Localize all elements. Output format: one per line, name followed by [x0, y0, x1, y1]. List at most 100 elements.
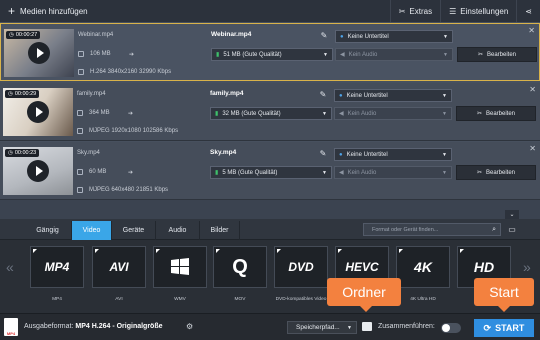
quality-dropdown[interactable]: ▮ 51 MB (Gute Qualität) ▼ — [211, 48, 333, 61]
subtitle-dropdown[interactable]: ● Keine Untertitel ▼ — [334, 148, 452, 161]
collapse-panel-button[interactable]: ⌄ — [505, 210, 519, 219]
tab-devices[interactable]: Geräte — [112, 221, 156, 240]
save-path-text: Speicherpfad... — [296, 324, 340, 331]
arrow-right-icon: ➔ — [129, 52, 135, 58]
file-green-icon: ▮ — [215, 170, 219, 176]
file-list: ◷ 00:00:27 Webinar.mp4 106 MB ➔ H.264 384… — [0, 22, 540, 200]
edit-label: Bearbeiten — [486, 110, 516, 117]
add-media-label: Medien hinzufügen — [20, 6, 88, 16]
close-icon[interactable]: ✕ — [529, 85, 536, 94]
subtitle-dropdown[interactable]: ● Keine Untertitel ▼ — [334, 89, 452, 102]
format-logo: HEVC — [345, 260, 379, 274]
tab-video[interactable]: Video — [72, 221, 112, 240]
edit-name-button[interactable]: ✎ — [316, 147, 330, 160]
output-filename[interactable]: family.mp4 — [210, 90, 332, 102]
audio-icon: ◀ — [339, 170, 344, 176]
share-button[interactable]: ⋖ — [516, 0, 540, 22]
subtitle-icon: ● — [339, 92, 343, 99]
chevron-down-icon: ▼ — [322, 110, 327, 117]
edit-button[interactable]: ✂ Bearbeiten — [457, 47, 537, 62]
close-icon[interactable]: ✕ — [529, 144, 536, 153]
format-wmv[interactable] — [153, 246, 207, 288]
play-icon[interactable] — [28, 42, 50, 64]
play-icon[interactable] — [27, 160, 49, 182]
input-size: 364 MB — [77, 110, 110, 116]
edit-button[interactable]: ✂ Bearbeiten — [456, 165, 536, 180]
video-thumbnail[interactable]: ◷ 00:00:27 — [4, 29, 74, 77]
scissors-icon: ✂ — [476, 111, 482, 117]
corner-mark — [399, 249, 403, 253]
audio-dropdown[interactable]: ◀ Kein Audio ▼ — [334, 107, 452, 120]
double-chevron-down-icon: ⌄ — [509, 212, 515, 218]
tab-images[interactable]: Bilder — [200, 221, 240, 240]
edit-name-button[interactable]: ✎ — [317, 29, 331, 42]
input-meta-text: MJPEG 1920x1080 102586 Kbps — [89, 128, 179, 134]
subtitle-dropdown[interactable]: ● Keine Untertitel ▼ — [335, 30, 453, 43]
app-window: { "toolbar":{"add_media":"Medien hinzufü… — [0, 0, 540, 340]
audio-dropdown[interactable]: ◀ Kein Audio ▼ — [334, 166, 452, 179]
input-filename: Webinar.mp4 — [78, 32, 114, 38]
start-button[interactable]: ⟳ START — [474, 319, 534, 337]
chevron-down-icon: ▼ — [443, 51, 448, 58]
file-icon — [77, 169, 83, 175]
file-row[interactable]: ◷ 00:00:27 Webinar.mp4 106 MB ➔ H.264 384… — [0, 23, 540, 81]
chevron-down-icon: ▼ — [442, 110, 447, 117]
output-filename[interactable]: Sky.mp4 — [210, 149, 332, 161]
merge-toggle[interactable] — [441, 323, 461, 333]
audio-dropdown[interactable]: ◀ Kein Audio ▼ — [335, 48, 453, 61]
audio-text: Kein Audio — [347, 110, 377, 117]
format-mov[interactable]: Q — [213, 246, 267, 288]
play-icon[interactable] — [27, 101, 49, 123]
format-search-input[interactable]: Format oder Gerät finden... ⌕ — [363, 223, 501, 236]
tools-icon: ✂ — [398, 6, 406, 16]
input-meta: MJPEG 1920x1080 102586 Kbps — [77, 128, 178, 134]
save-path-dropdown[interactable]: Speicherpfad... ▼ — [287, 321, 357, 334]
duration-badge: ◷ 00:00:23 — [5, 149, 40, 157]
video-icon — [77, 187, 83, 193]
chevron-down-icon: ▼ — [443, 33, 448, 40]
audio-text: Kein Audio — [347, 169, 377, 176]
clock-icon: ◷ — [8, 150, 13, 156]
tab-audio[interactable]: Audio — [156, 221, 200, 240]
add-media-button[interactable]: + Medien hinzufügen — [0, 0, 96, 22]
video-thumbnail[interactable]: ◷ 00:00:23 — [3, 147, 73, 195]
corner-mark — [156, 249, 160, 253]
bottom-bar: MP4 Ausgabeformat: MP4 H.264 - Originalg… — [0, 313, 540, 340]
edit-name-button[interactable]: ✎ — [316, 88, 330, 101]
close-icon[interactable]: ✕ — [528, 26, 535, 35]
format-mp4[interactable]: MP4 — [30, 246, 84, 288]
tab-popular[interactable]: Gängig — [24, 221, 72, 240]
format-dvd[interactable]: DVD — [274, 246, 328, 288]
format-label: DVD-kompatibles Video — [275, 297, 327, 302]
device-detect-button[interactable]: ▭ — [505, 223, 519, 236]
format-4k[interactable]: 4K — [396, 246, 450, 288]
search-placeholder: Format oder Gerät finden... — [372, 226, 439, 233]
output-filename[interactable]: Webinar.mp4 — [211, 31, 333, 43]
chevron-right-icon[interactable]: » — [523, 259, 531, 275]
file-icon — [77, 110, 83, 116]
settings-button[interactable]: ☰ Einstellungen — [440, 0, 516, 22]
input-size: 60 MB — [77, 169, 106, 175]
format-avi[interactable]: AVI — [92, 246, 146, 288]
file-green-icon: ▮ — [215, 111, 219, 117]
file-row[interactable]: ◷ 00:00:23 Sky.mp4 60 MB ➔ MJPEG 640x480 … — [0, 142, 540, 200]
gear-icon[interactable]: ⚙ — [186, 322, 193, 331]
merge-label: Zusammenführen: — [378, 323, 435, 330]
extras-label: Extras — [409, 6, 433, 16]
share-icon: ⋖ — [525, 6, 532, 16]
file-row[interactable]: ◷ 00:00:29 family.mp4 364 MB ➔ MJPEG 1920… — [0, 83, 540, 141]
edit-label: Bearbeiten — [487, 51, 517, 58]
quality-dropdown[interactable]: ▮ 32 MB (Gute Qualität) ▼ — [210, 107, 332, 120]
input-size-text: 60 MB — [89, 169, 107, 175]
chevron-left-icon[interactable]: « — [6, 259, 14, 275]
video-thumbnail[interactable]: ◷ 00:00:29 — [3, 88, 73, 136]
quality-dropdown[interactable]: ▮ 5 MB (Gute Qualität) ▼ — [210, 166, 332, 179]
conversion-arrow: ➔ — [128, 169, 133, 176]
plus-icon: + — [8, 4, 16, 18]
subtitle-icon: ● — [339, 151, 343, 158]
folder-icon[interactable] — [362, 322, 372, 331]
format-label: WMV — [174, 297, 186, 302]
input-meta-text: H.264 3840x2160 32990 Kbps — [90, 69, 172, 75]
extras-button[interactable]: ✂ Extras — [389, 0, 440, 22]
edit-button[interactable]: ✂ Bearbeiten — [456, 106, 536, 121]
